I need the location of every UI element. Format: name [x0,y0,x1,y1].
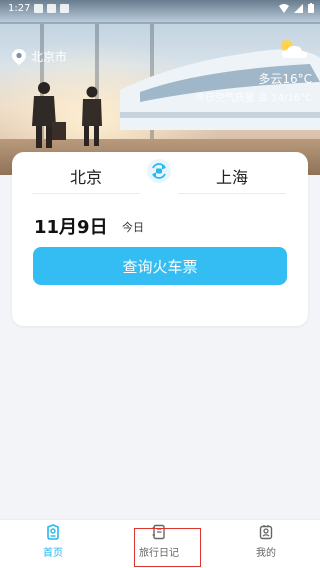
tab-home[interactable]: 首页 [18,524,88,559]
travelers-image [32,82,102,148]
battery-icon [308,3,314,13]
tab-home-label: 首页 [43,548,63,559]
search-tickets-button[interactable]: 查询火车票 [33,247,287,285]
weather-detail: 今日空气质量 良 14/16°C [194,93,312,104]
status-bar: 1:27 [0,0,320,18]
tab-profile-label: 我的 [256,548,276,559]
notification-icon [47,4,56,13]
train-search-card: 北京 上海 11月9日 今日 查询火车票 [12,152,308,326]
cloudy-weather-icon [281,40,307,58]
profile-icon [259,525,273,540]
arrival-city[interactable]: 上海 [180,164,284,188]
status-time: 1:27 [8,3,31,14]
tab-profile[interactable]: 我的 [231,524,301,559]
departure-city[interactable]: 北京 [34,164,138,188]
day-label: 今日 [122,221,144,234]
departure-date[interactable]: 11月9日 [34,213,108,239]
swap-cities-icon[interactable] [145,157,173,185]
location-pin-icon [12,48,26,65]
notification-icon [34,4,43,13]
divider [178,193,286,194]
location-selector[interactable]: 北京市 [12,48,67,65]
home-icon [47,524,59,540]
location-label: 北京市 [31,50,68,64]
notification-icon [60,4,69,13]
wifi-icon [279,3,289,13]
weather-widget: 多云16°C 今日空气质量 良 14/16°C [194,40,312,104]
notification-icons [34,4,69,13]
weather-condition: 多云16°C [258,72,312,86]
signal-icon [294,3,303,13]
divider [32,193,140,194]
highlight-box [134,528,201,567]
